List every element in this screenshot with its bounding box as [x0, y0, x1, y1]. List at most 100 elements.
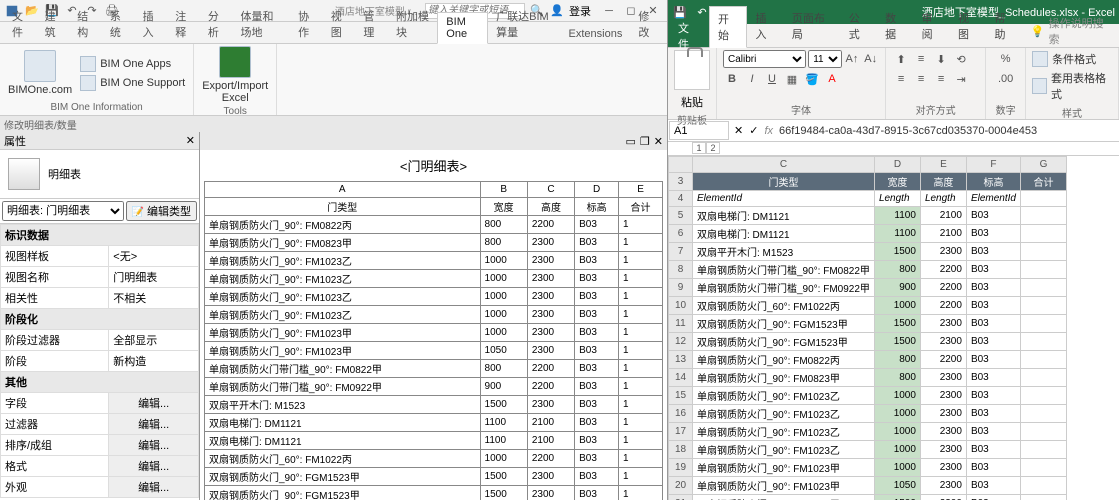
table-row[interactable]: 单扇钢质防火门_90°: FM0823甲8002300B031	[205, 234, 663, 252]
bimone-support-button[interactable]: BIM One Support	[80, 74, 185, 92]
table-row[interactable]: 单扇钢质防火门_90°: FM1023乙10002300B031	[205, 252, 663, 270]
bimone-com-button[interactable]: BIMOne.com	[8, 50, 72, 96]
view-close-icon[interactable]: ✕	[654, 135, 663, 148]
data-header[interactable]: 标高	[966, 173, 1020, 191]
table-row[interactable]: 双扇钢质防火门_60°: FM1022丙10002200B031	[205, 450, 663, 468]
tell-me-search[interactable]: 💡 操作说明搜索	[1023, 15, 1119, 47]
table-row[interactable]: 6双扇电梯门: DM112111002100B03	[669, 225, 1067, 243]
table-row[interactable]: 双扇钢质防火门_90°: FGM1523甲15002300B031	[205, 468, 663, 486]
table-row[interactable]: 单扇钢质防火门带门槛_90°: FM0922甲9002200B031	[205, 378, 663, 396]
row-header[interactable]: 18	[669, 441, 693, 459]
ribbon-tab[interactable]: 文件	[4, 5, 37, 43]
name-box[interactable]: A1	[669, 121, 729, 140]
export-import-excel-button[interactable]: Export/Import Excel	[202, 46, 268, 104]
file-tab[interactable]: 文件	[668, 24, 709, 47]
prop-value[interactable]: 不相关	[109, 288, 199, 309]
ribbon-tab[interactable]: 协作	[290, 5, 323, 43]
data-header[interactable]: 高度	[920, 173, 966, 191]
data-subheader[interactable]	[1020, 191, 1066, 207]
table-row[interactable]: 8单扇钢质防火门带门槛_90°: FM0822甲8002200B03	[669, 261, 1067, 279]
table-row[interactable]: 单扇钢质防火门_90°: FM1023甲10502300B031	[205, 342, 663, 360]
row-header[interactable]: 7	[669, 243, 693, 261]
table-row[interactable]: 单扇钢质防火门_90°: FM1023乙10002300B031	[205, 288, 663, 306]
prop-section[interactable]: 标识数据	[1, 225, 199, 246]
view-maximize-icon[interactable]: ▭	[626, 135, 636, 148]
table-row[interactable]: 5双扇电梯门: DM112111002100B03	[669, 207, 1067, 225]
table-row[interactable]: 11双扇钢质防火门_90°: FGM1523甲15002300B03	[669, 315, 1067, 333]
bimone-apps-button[interactable]: BIM One Apps	[80, 55, 185, 73]
font-name-select[interactable]: Calibri	[723, 50, 806, 68]
table-row[interactable]: 双扇电梯门: DM112111002100B031	[205, 414, 663, 432]
col-header[interactable]: G	[1020, 157, 1066, 173]
cond-format-button[interactable]: 条件格式	[1032, 50, 1096, 68]
prop-value[interactable]: <无>	[109, 246, 199, 267]
excel-grid[interactable]: CDEFG3门类型宽度高度标高合计4ElementIdLengthLengthE…	[668, 156, 1119, 500]
undo-icon[interactable]: ↶	[694, 4, 710, 20]
align-bottom-icon[interactable]: ⬇	[932, 50, 950, 68]
row-header[interactable]: 10	[669, 297, 693, 315]
prop-value[interactable]: 编辑...	[109, 435, 199, 456]
data-subheader[interactable]: ElementId	[966, 191, 1020, 207]
prop-value[interactable]: 编辑...	[109, 414, 199, 435]
ribbon-tab[interactable]: 广联达BIM算量	[488, 5, 560, 43]
ribbon-tab[interactable]: 建筑	[37, 5, 70, 43]
table-row[interactable]: 17单扇钢质防火门_90°: FM1023乙10002300B03	[669, 423, 1067, 441]
excel-tab[interactable]: 开始	[709, 6, 747, 48]
row-header[interactable]: 17	[669, 423, 693, 441]
align-left-icon[interactable]: ≡	[892, 70, 910, 88]
orientation-icon[interactable]: ⟲	[952, 50, 970, 68]
excel-tab[interactable]: 视图	[950, 6, 986, 47]
table-row[interactable]: 20单扇钢质防火门_90°: FM1023甲10502300B03	[669, 477, 1067, 495]
table-row[interactable]: 单扇钢质防火门_90°: FM1023乙10002300B031	[205, 306, 663, 324]
indent-icon[interactable]: ⇥	[952, 70, 970, 88]
underline-button[interactable]: U	[763, 70, 781, 88]
table-row[interactable]: 15单扇钢质防火门_90°: FM1023乙10002300B03	[669, 387, 1067, 405]
table-row[interactable]: 9单扇钢质防火门带门槛_90°: FM0922甲9002200B03	[669, 279, 1067, 297]
col-header[interactable]: 门类型	[205, 198, 481, 216]
data-header[interactable]: 门类型	[693, 173, 875, 191]
prop-value[interactable]: 新构造	[109, 351, 199, 372]
bold-button[interactable]: B	[723, 70, 741, 88]
ribbon-tab[interactable]: 管理	[355, 5, 388, 43]
table-format-button[interactable]: 套用表格格式	[1032, 69, 1112, 103]
view-restore-icon[interactable]: ❐	[640, 135, 650, 148]
percent-icon[interactable]: %	[997, 50, 1015, 68]
data-header[interactable]: 合计	[1020, 173, 1066, 191]
table-row[interactable]: 10双扇钢质防火门_60°: FM1022丙10002200B03	[669, 297, 1067, 315]
close-panel-button[interactable]: ✕	[186, 134, 195, 147]
row-header[interactable]: 9	[669, 279, 693, 297]
fx-icon[interactable]: fx	[764, 125, 773, 137]
row-header[interactable]: 20	[669, 477, 693, 495]
table-row[interactable]: 16单扇钢质防火门_90°: FM1023乙10002300B03	[669, 405, 1067, 423]
row-header[interactable]: 21	[669, 495, 693, 500]
table-row[interactable]: 21双扇钢质防火门_90°: FM1523甲15002300B03	[669, 495, 1067, 500]
data-subheader[interactable]: Length	[920, 191, 966, 207]
table-row[interactable]: 18单扇钢质防火门_90°: FM1023乙10002300B03	[669, 441, 1067, 459]
prop-section[interactable]: 其他	[1, 372, 199, 393]
row-header[interactable]: 14	[669, 369, 693, 387]
col-header[interactable]: 标高	[575, 198, 619, 216]
row-header[interactable]: 6	[669, 225, 693, 243]
ribbon-tab[interactable]: 系统	[102, 5, 135, 43]
row-header[interactable]: 12	[669, 333, 693, 351]
prop-section[interactable]: 阶段化	[1, 309, 199, 330]
excel-tab[interactable]: 插入	[747, 6, 783, 47]
increase-font-icon[interactable]: A↑	[844, 50, 861, 68]
row-header[interactable]: 13	[669, 351, 693, 369]
enter-icon[interactable]: ✓	[749, 124, 758, 137]
row-header[interactable]: 8	[669, 261, 693, 279]
ribbon-tab[interactable]: BIM One	[437, 12, 488, 44]
edit-type-button[interactable]: 📝 编辑类型	[126, 201, 197, 221]
outline-level-1[interactable]: 1	[692, 142, 706, 154]
prop-value[interactable]: 编辑...	[109, 393, 199, 414]
align-right-icon[interactable]: ≡	[932, 70, 950, 88]
ribbon-tab[interactable]: Extensions	[561, 25, 631, 43]
schedule-table[interactable]: ABCDE门类型宽度高度标高合计单扇钢质防火门_90°: FM0822丙8002…	[200, 181, 667, 500]
minimize-button[interactable]: ─	[599, 3, 619, 19]
save-icon[interactable]: 💾	[672, 4, 688, 20]
ribbon-tab[interactable]: 插入	[135, 5, 168, 43]
ribbon-tab[interactable]: 分析	[200, 5, 233, 43]
table-row[interactable]: 14单扇钢质防火门_90°: FM0823甲8002300B03	[669, 369, 1067, 387]
table-row[interactable]: 单扇钢质防火门_90°: FM1023乙10002300B031	[205, 270, 663, 288]
formula-value[interactable]: 66f19484-ca0a-43d7-8915-3c67cd035370-000…	[779, 125, 1037, 137]
